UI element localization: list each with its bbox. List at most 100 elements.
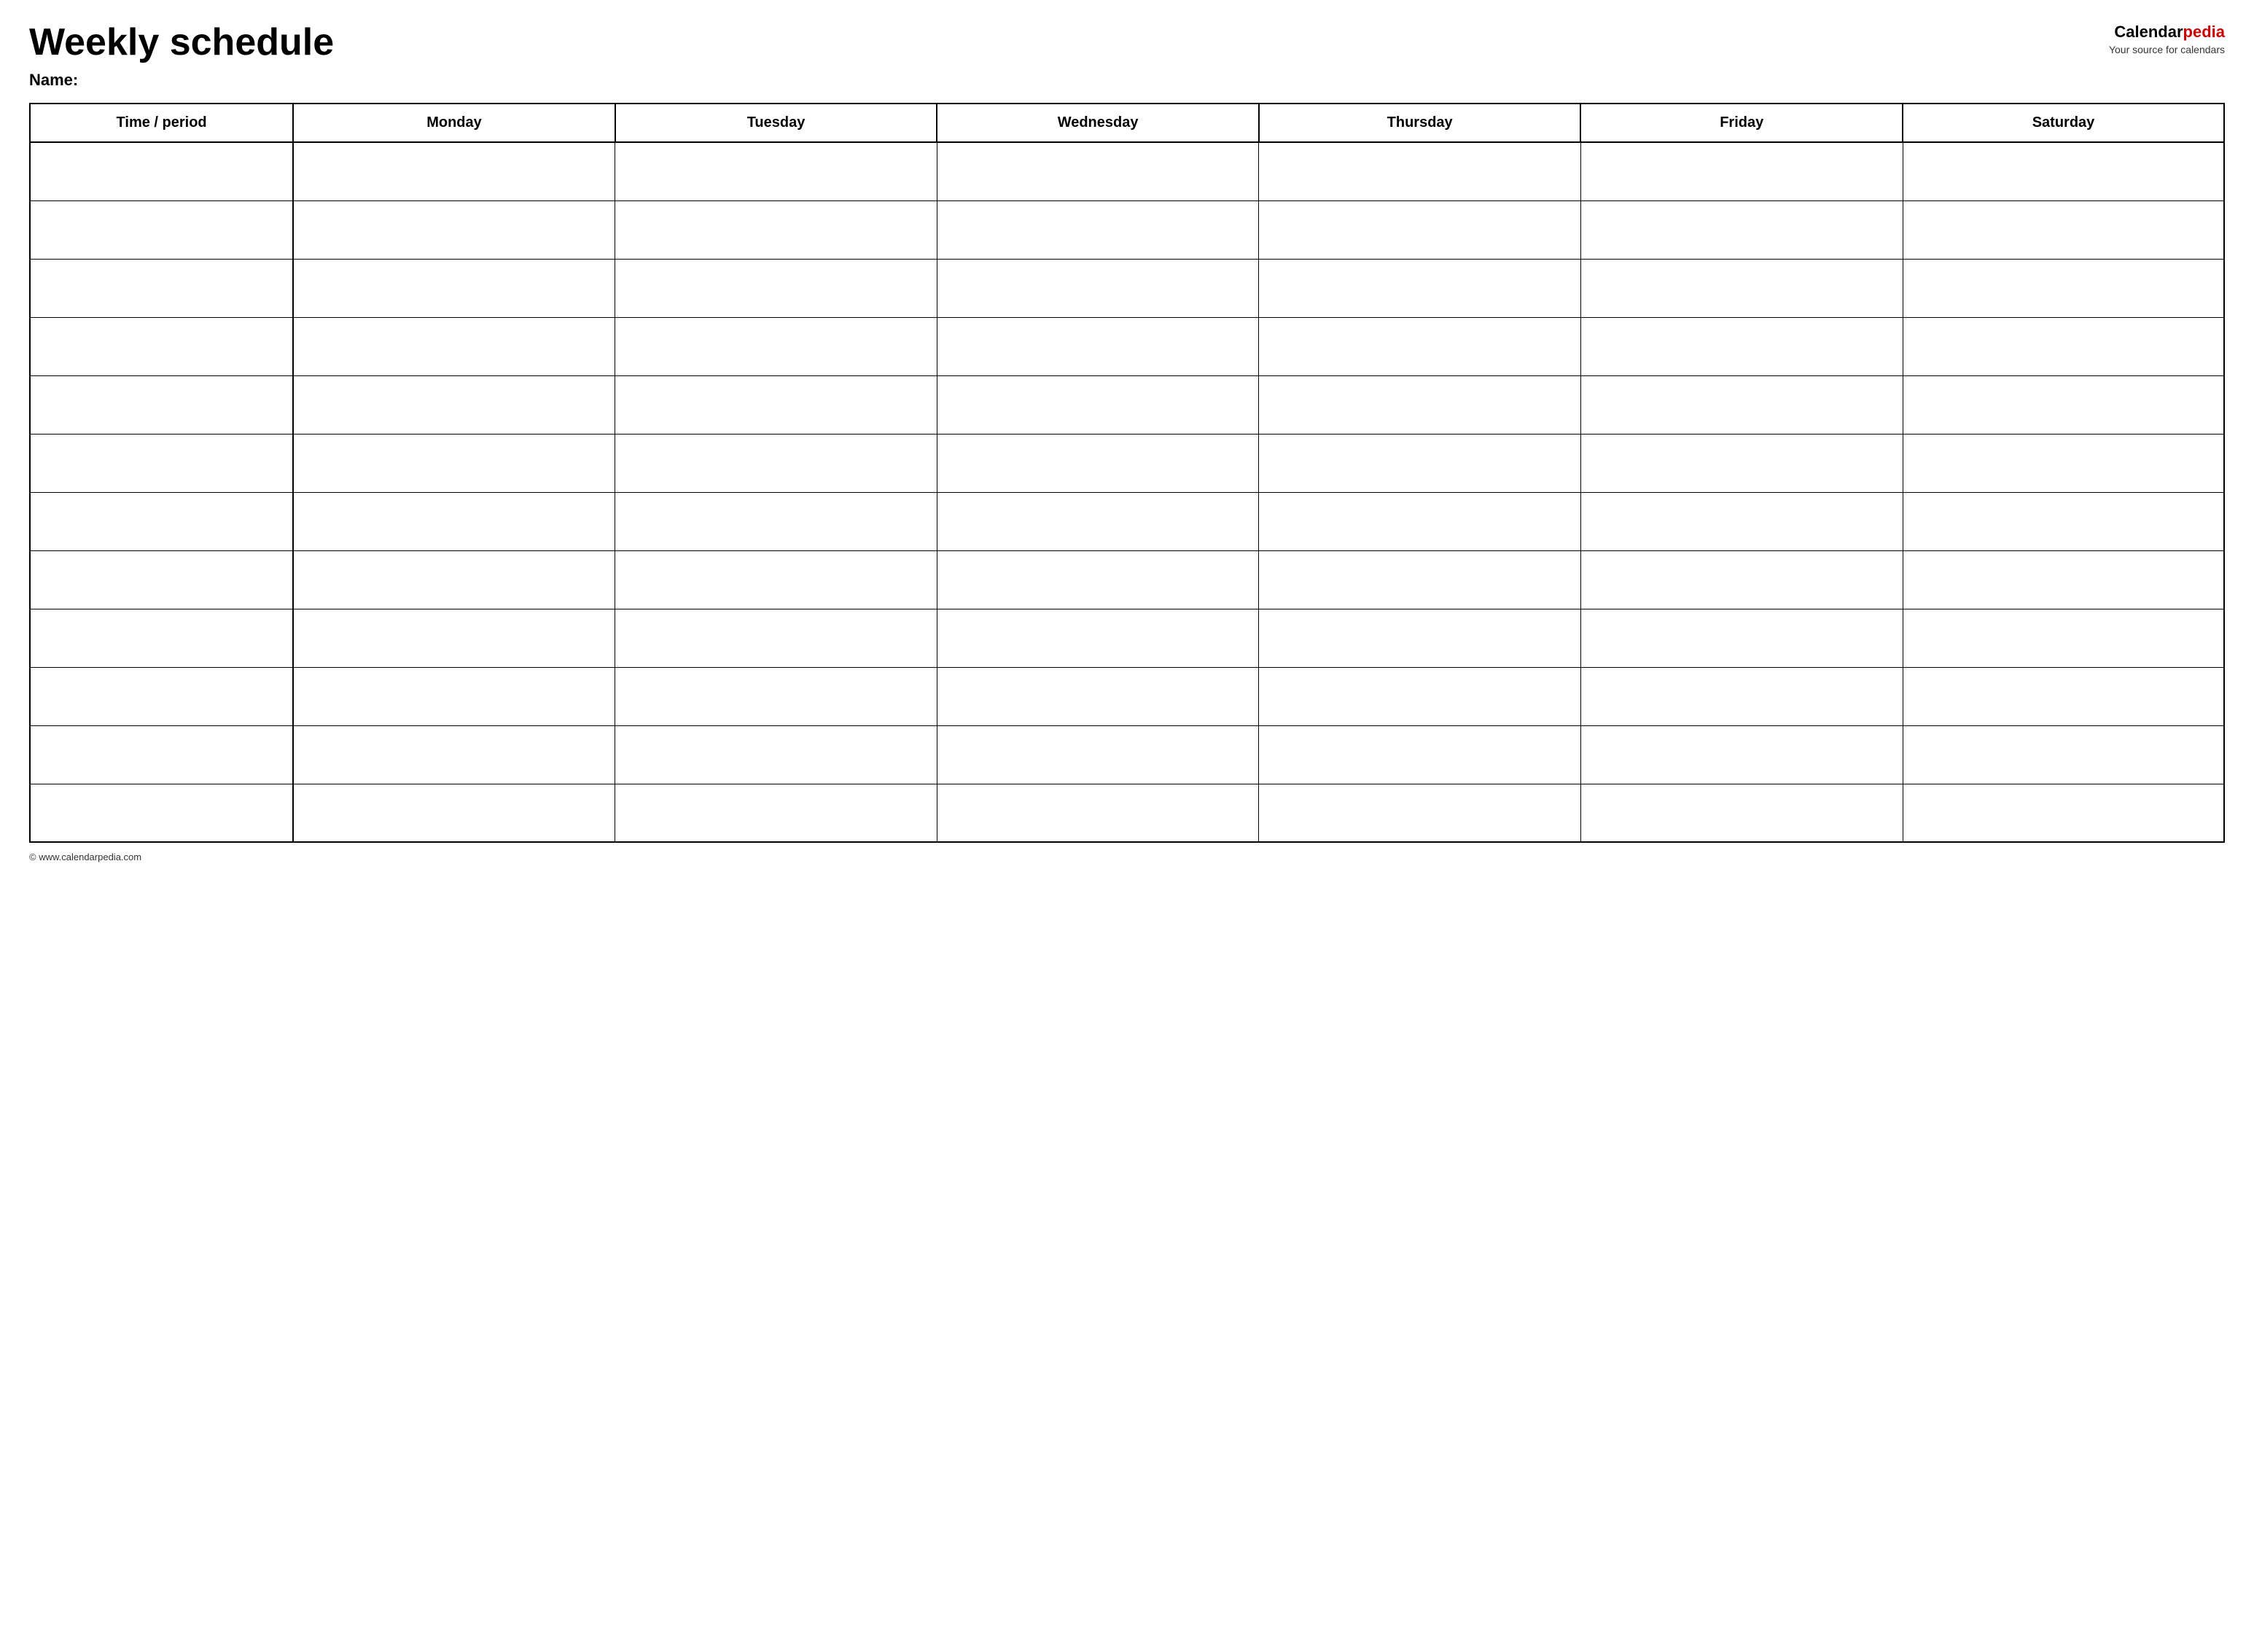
time-cell[interactable] bbox=[30, 550, 293, 609]
day-cell[interactable] bbox=[1580, 259, 1903, 317]
day-cell[interactable] bbox=[1259, 259, 1581, 317]
day-cell[interactable] bbox=[615, 434, 937, 492]
time-cell[interactable] bbox=[30, 259, 293, 317]
day-cell[interactable] bbox=[1903, 609, 2224, 667]
day-cell[interactable] bbox=[615, 550, 937, 609]
table-row bbox=[30, 492, 2224, 550]
day-cell[interactable] bbox=[293, 317, 615, 375]
day-cell[interactable] bbox=[293, 259, 615, 317]
day-cell[interactable] bbox=[293, 200, 615, 259]
day-cell[interactable] bbox=[937, 725, 1259, 784]
day-cell[interactable] bbox=[1580, 434, 1903, 492]
time-cell[interactable] bbox=[30, 317, 293, 375]
day-cell[interactable] bbox=[937, 434, 1259, 492]
day-cell[interactable] bbox=[293, 667, 615, 725]
time-cell[interactable] bbox=[30, 200, 293, 259]
day-cell[interactable] bbox=[937, 375, 1259, 434]
table-row bbox=[30, 317, 2224, 375]
day-cell[interactable] bbox=[615, 142, 937, 200]
day-cell[interactable] bbox=[1259, 142, 1581, 200]
day-cell[interactable] bbox=[293, 609, 615, 667]
day-cell[interactable] bbox=[937, 259, 1259, 317]
day-cell[interactable] bbox=[1903, 259, 2224, 317]
table-row bbox=[30, 142, 2224, 200]
col-header-friday: Friday bbox=[1580, 104, 1903, 142]
time-cell[interactable] bbox=[30, 142, 293, 200]
day-cell[interactable] bbox=[1580, 784, 1903, 842]
day-cell[interactable] bbox=[615, 375, 937, 434]
day-cell[interactable] bbox=[1580, 375, 1903, 434]
day-cell[interactable] bbox=[615, 609, 937, 667]
day-cell[interactable] bbox=[937, 784, 1259, 842]
day-cell[interactable] bbox=[1580, 550, 1903, 609]
page-title: Weekly schedule bbox=[29, 22, 334, 63]
day-cell[interactable] bbox=[937, 667, 1259, 725]
day-cell[interactable] bbox=[1580, 609, 1903, 667]
name-label: Name: bbox=[29, 71, 2225, 90]
day-cell[interactable] bbox=[1903, 550, 2224, 609]
logo: Calendarpedia bbox=[2109, 22, 2225, 43]
footer: © www.calendarpedia.com bbox=[29, 852, 2225, 862]
day-cell[interactable] bbox=[615, 492, 937, 550]
time-cell[interactable] bbox=[30, 725, 293, 784]
day-cell[interactable] bbox=[937, 200, 1259, 259]
day-cell[interactable] bbox=[1903, 725, 2224, 784]
day-cell[interactable] bbox=[1259, 375, 1581, 434]
day-cell[interactable] bbox=[1903, 667, 2224, 725]
col-header-monday: Monday bbox=[293, 104, 615, 142]
day-cell[interactable] bbox=[1580, 725, 1903, 784]
day-cell[interactable] bbox=[937, 142, 1259, 200]
day-cell[interactable] bbox=[1580, 200, 1903, 259]
day-cell[interactable] bbox=[1259, 609, 1581, 667]
day-cell[interactable] bbox=[293, 725, 615, 784]
day-cell[interactable] bbox=[1259, 725, 1581, 784]
day-cell[interactable] bbox=[1580, 492, 1903, 550]
day-cell[interactable] bbox=[1259, 784, 1581, 842]
day-cell[interactable] bbox=[1903, 142, 2224, 200]
day-cell[interactable] bbox=[1903, 434, 2224, 492]
day-cell[interactable] bbox=[1580, 317, 1903, 375]
day-cell[interactable] bbox=[1259, 317, 1581, 375]
day-cell[interactable] bbox=[293, 550, 615, 609]
day-cell[interactable] bbox=[1903, 492, 2224, 550]
day-cell[interactable] bbox=[1580, 667, 1903, 725]
time-cell[interactable] bbox=[30, 784, 293, 842]
logo-pedia-text: pedia bbox=[2183, 23, 2225, 41]
time-cell[interactable] bbox=[30, 492, 293, 550]
day-cell[interactable] bbox=[615, 317, 937, 375]
day-cell[interactable] bbox=[937, 550, 1259, 609]
day-cell[interactable] bbox=[615, 667, 937, 725]
time-cell[interactable] bbox=[30, 667, 293, 725]
day-cell[interactable] bbox=[293, 142, 615, 200]
day-cell[interactable] bbox=[615, 259, 937, 317]
day-cell[interactable] bbox=[937, 317, 1259, 375]
day-cell[interactable] bbox=[1259, 667, 1581, 725]
day-cell[interactable] bbox=[1259, 550, 1581, 609]
logo-calendar-text: Calendar bbox=[2114, 23, 2183, 41]
day-cell[interactable] bbox=[615, 725, 937, 784]
day-cell[interactable] bbox=[1580, 142, 1903, 200]
day-cell[interactable] bbox=[1259, 492, 1581, 550]
time-cell[interactable] bbox=[30, 609, 293, 667]
time-cell[interactable] bbox=[30, 434, 293, 492]
day-cell[interactable] bbox=[615, 784, 937, 842]
time-cell[interactable] bbox=[30, 375, 293, 434]
day-cell[interactable] bbox=[1903, 317, 2224, 375]
day-cell[interactable] bbox=[1259, 200, 1581, 259]
footer-url: © www.calendarpedia.com bbox=[29, 852, 141, 862]
day-cell[interactable] bbox=[293, 434, 615, 492]
day-cell[interactable] bbox=[937, 492, 1259, 550]
day-cell[interactable] bbox=[615, 200, 937, 259]
day-cell[interactable] bbox=[1903, 375, 2224, 434]
day-cell[interactable] bbox=[293, 375, 615, 434]
col-header-saturday: Saturday bbox=[1903, 104, 2224, 142]
day-cell[interactable] bbox=[1903, 784, 2224, 842]
table-row bbox=[30, 200, 2224, 259]
logo-area: Calendarpedia Your source for calendars bbox=[2109, 22, 2225, 56]
day-cell[interactable] bbox=[937, 609, 1259, 667]
day-cell[interactable] bbox=[1903, 200, 2224, 259]
day-cell[interactable] bbox=[293, 492, 615, 550]
day-cell[interactable] bbox=[1259, 434, 1581, 492]
day-cell[interactable] bbox=[293, 784, 615, 842]
logo-tagline: Your source for calendars bbox=[2109, 43, 2225, 56]
